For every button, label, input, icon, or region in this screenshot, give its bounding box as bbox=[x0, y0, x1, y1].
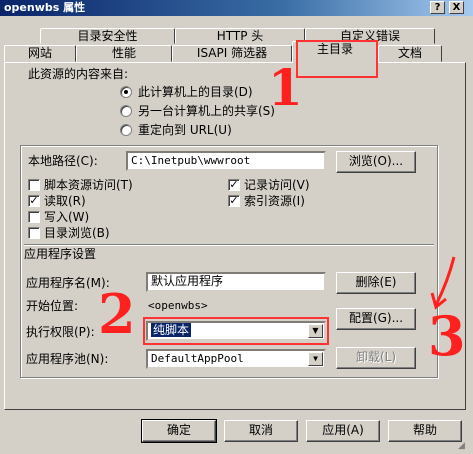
cancel-button[interactable]: 取消 bbox=[224, 420, 298, 442]
configure-button[interactable]: 配置(G)... bbox=[336, 308, 416, 330]
remove-button[interactable]: 删除(E) bbox=[336, 272, 416, 294]
local-path-label: 本地路径(C): bbox=[28, 154, 98, 168]
annotation-number-1: 1 bbox=[268, 58, 303, 117]
index-resource-label[interactable]: 索引资源(I) bbox=[244, 193, 305, 209]
app-pool-label: 应用程序池(N): bbox=[26, 352, 109, 366]
annotation-number-3: 3 bbox=[428, 304, 466, 368]
resize-grip-icon[interactable]: ◢ bbox=[458, 440, 470, 452]
local-path-input[interactable]: C:\Inetpub\wwwroot bbox=[126, 151, 326, 171]
annotation-box-exec-perm bbox=[143, 317, 329, 345]
write-label[interactable]: 写入(W) bbox=[44, 209, 89, 225]
checkbox-log-visits[interactable]: ✓ bbox=[228, 179, 240, 191]
log-visits-label[interactable]: 记录访问(V) bbox=[244, 177, 310, 193]
app-settings-heading: 应用程序设置 bbox=[24, 247, 97, 261]
read-label[interactable]: 读取(R) bbox=[44, 193, 86, 209]
ok-button[interactable]: 确定 bbox=[141, 419, 217, 443]
script-source-access-label[interactable]: 脚本资源访问(T) bbox=[44, 177, 133, 193]
exec-permissions-label: 执行权限(P): bbox=[26, 325, 95, 339]
browse-button[interactable]: 浏览(O)... bbox=[336, 151, 416, 173]
checkbox-index-resource[interactable]: ✓ bbox=[228, 195, 240, 207]
annotation-box-home-tab bbox=[296, 40, 378, 78]
radio-local-directory[interactable] bbox=[120, 86, 132, 98]
directory-browsing-label[interactable]: 目录浏览(B) bbox=[44, 225, 110, 241]
checkbox-read[interactable]: ✓ bbox=[28, 195, 40, 207]
radio-redirect-url[interactable] bbox=[120, 124, 132, 136]
app-pool-select[interactable]: DefaultAppPool ▼ bbox=[146, 349, 326, 369]
unload-button: 卸载(L) bbox=[336, 347, 416, 369]
apply-button[interactable]: 应用(A) bbox=[306, 420, 380, 442]
chevron-down-icon[interactable]: ▼ bbox=[308, 352, 323, 366]
start-point-label: 开始位置: bbox=[26, 299, 79, 313]
radio-local-directory-label[interactable]: 此计算机上的目录(D) bbox=[138, 84, 253, 100]
annotation-arrow-icon bbox=[430, 256, 456, 310]
radio-redirect-url-label[interactable]: 重定向到 URL(U) bbox=[138, 122, 232, 138]
content-source-heading: 此资源的内容来自: bbox=[28, 67, 129, 81]
radio-network-share[interactable] bbox=[120, 105, 132, 117]
annotation-number-2: 2 bbox=[98, 282, 136, 346]
checkbox-write[interactable] bbox=[28, 211, 40, 223]
start-point-value: <openwbs> bbox=[148, 299, 208, 312]
radio-network-share-label[interactable]: 另一台计算机上的共享(S) bbox=[138, 103, 275, 119]
app-pool-value: DefaultAppPool bbox=[151, 352, 244, 365]
checkbox-script-source-access[interactable] bbox=[28, 179, 40, 191]
help-button[interactable]: 帮助 bbox=[388, 420, 462, 442]
app-name-input[interactable]: 默认应用程序 bbox=[146, 272, 326, 292]
properties-dialog: openwbs 属性 ? X 目录安全性 HTTP 头 自定义错误 网站 性能 … bbox=[0, 0, 473, 454]
checkbox-directory-browsing[interactable] bbox=[28, 227, 40, 239]
